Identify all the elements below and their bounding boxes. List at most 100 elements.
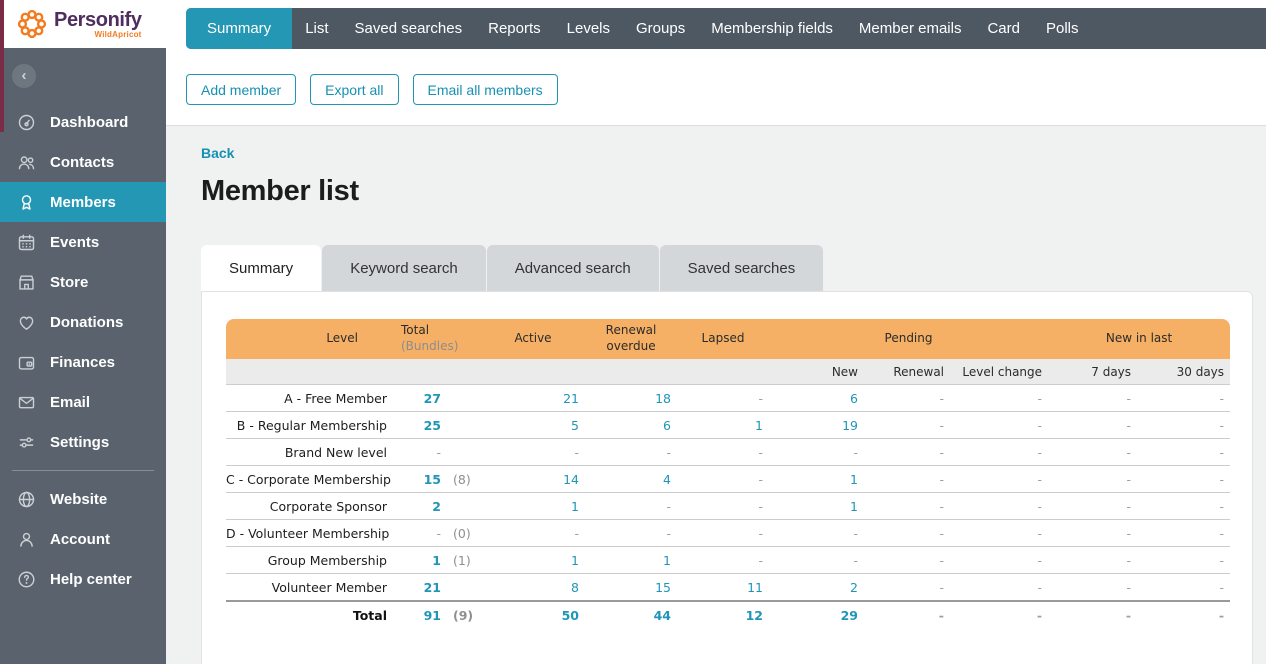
table-row: C - Corporate Membership 15 (8) 14 4 - 1 - - - -: [226, 465, 1231, 492]
pending-level-change-count-cell: -: [950, 411, 1049, 438]
sidebar: Personify WildApricot ‹ Dashboard Contact…: [0, 0, 166, 664]
col-header-pending: Pending: [769, 319, 1049, 359]
pending-level-change-count: -: [1037, 471, 1043, 487]
pending-new-count[interactable]: 29: [841, 608, 858, 623]
sidebar-item-donations[interactable]: Donations: [0, 302, 166, 342]
total-cell: 15: [391, 465, 447, 492]
pending-new-count-cell: 1: [769, 492, 864, 519]
renewal-overdue-count-cell: 15: [585, 573, 677, 600]
top-nav-tab-polls[interactable]: Polls: [1033, 8, 1092, 49]
sidebar-item-dashboard[interactable]: Dashboard: [0, 102, 166, 142]
total-count[interactable]: 15: [424, 472, 441, 487]
top-nav-tab-card[interactable]: Card: [974, 8, 1033, 49]
top-nav-tab-saved-searches[interactable]: Saved searches: [342, 8, 476, 49]
active-count[interactable]: 8: [571, 580, 579, 595]
active-count-cell: 14: [481, 465, 585, 492]
renewal-overdue-count[interactable]: 15: [655, 580, 671, 595]
top-nav-tab-levels[interactable]: Levels: [554, 8, 623, 49]
col-header-new-in-last: New in last: [1048, 319, 1231, 359]
sidebar-item-help-center[interactable]: Help center: [0, 559, 166, 599]
pending-new-count[interactable]: 6: [850, 391, 858, 406]
pending-renewal-count-cell: -: [864, 546, 950, 573]
renewal-overdue-count[interactable]: 1: [663, 553, 671, 568]
add-member-button[interactable]: Add member: [186, 74, 297, 105]
active-count[interactable]: 5: [571, 418, 579, 433]
total-count[interactable]: 27: [424, 391, 441, 406]
pending-level-change-count-cell: -: [950, 600, 1049, 629]
new-30-days-count: -: [1219, 579, 1225, 595]
export-all-button[interactable]: Export all: [310, 74, 399, 105]
sidebar-item-label: Account: [50, 530, 110, 548]
sidebar-item-contacts[interactable]: Contacts: [0, 142, 166, 182]
new-7-days-count: -: [1126, 471, 1132, 487]
new-7-days-count: -: [1126, 579, 1132, 595]
lapsed-count[interactable]: 11: [747, 580, 763, 595]
back-link[interactable]: Back: [201, 145, 234, 161]
renewal-overdue-count[interactable]: 18: [655, 391, 671, 406]
pending-new-count[interactable]: 1: [850, 472, 858, 487]
top-nav-tab-member-emails[interactable]: Member emails: [846, 8, 975, 49]
active-count[interactable]: 1: [571, 553, 579, 568]
bundles-cell: [447, 573, 481, 600]
search-tab-saved-searches[interactable]: Saved searches: [659, 245, 824, 291]
sidebar-item-store[interactable]: Store: [0, 262, 166, 302]
top-nav-tab-reports[interactable]: Reports: [475, 8, 554, 49]
pending-new-count-cell: 19: [769, 411, 864, 438]
renewal-overdue-count[interactable]: 44: [654, 608, 671, 623]
renewal-overdue-count: -: [666, 525, 671, 541]
sidebar-item-label: Website: [50, 490, 108, 508]
renewal-overdue-count[interactable]: 6: [663, 418, 671, 433]
lapsed-count: -: [758, 471, 763, 487]
search-tab-advanced-search[interactable]: Advanced search: [486, 245, 659, 291]
sidebar-item-events[interactable]: Events: [0, 222, 166, 262]
renewal-overdue-count-cell: -: [585, 438, 677, 465]
new-30-days-count: -: [1219, 525, 1225, 541]
lapsed-count[interactable]: 12: [746, 608, 763, 623]
sidebar-item-label: Donations: [50, 313, 124, 331]
sidebar-item-website[interactable]: Website: [0, 479, 166, 519]
pending-level-change-count-cell: -: [950, 546, 1049, 573]
pending-new-count[interactable]: 2: [850, 580, 858, 595]
renewal-overdue-count-cell: 4: [585, 465, 677, 492]
total-count[interactable]: 1: [432, 553, 441, 568]
active-count[interactable]: 50: [562, 608, 579, 623]
settings-icon: [15, 431, 37, 453]
active-count[interactable]: 21: [563, 391, 579, 406]
total-count[interactable]: 21: [424, 580, 441, 595]
top-nav-tab-summary[interactable]: Summary: [186, 8, 293, 49]
sidebar-item-email[interactable]: Email: [0, 382, 166, 422]
table-row: Group Membership 1 (1) 1 1 - - - - - -: [226, 546, 1231, 573]
sidebar-item-settings[interactable]: Settings: [0, 422, 166, 462]
search-tab-summary[interactable]: Summary: [201, 245, 322, 291]
active-count-cell: 5: [481, 411, 585, 438]
bundles-cell: (0): [447, 519, 481, 546]
pending-new-count[interactable]: 19: [842, 418, 858, 433]
active-count[interactable]: 1: [571, 499, 579, 514]
total-count[interactable]: 91: [424, 608, 441, 623]
total-count[interactable]: 25: [424, 418, 441, 433]
top-nav-tab-list[interactable]: List: [292, 8, 341, 49]
top-nav-tab-groups[interactable]: Groups: [623, 8, 698, 49]
pending-new-count[interactable]: 1: [850, 499, 858, 514]
top-nav-tab-membership-fields[interactable]: Membership fields: [698, 8, 846, 49]
member-summary-table: Level Total (Bundles) Active Renewal ove…: [226, 319, 1231, 629]
renewal-overdue-count[interactable]: 4: [663, 472, 671, 487]
new-30-days-count-cell: -: [1137, 465, 1231, 492]
active-count[interactable]: 14: [563, 472, 579, 487]
sidebar-collapse-button[interactable]: ‹: [12, 64, 36, 88]
search-tab-keyword-search[interactable]: Keyword search: [322, 245, 486, 291]
new-30-days-count-cell: -: [1137, 384, 1231, 411]
subheader-renewal: Renewal: [864, 359, 950, 384]
sidebar-item-finances[interactable]: Finances: [0, 342, 166, 382]
lapsed-count[interactable]: 1: [755, 418, 763, 433]
new-7-days-count: -: [1126, 417, 1132, 433]
total-cell: 25: [391, 411, 447, 438]
active-count: -: [574, 525, 579, 541]
pending-level-change-count: -: [1036, 608, 1043, 623]
total-count[interactable]: 2: [432, 499, 441, 514]
sidebar-item-account[interactable]: Account: [0, 519, 166, 559]
pending-renewal-count: -: [939, 498, 944, 514]
email-all-members-button[interactable]: Email all members: [412, 74, 558, 105]
sidebar-item-members[interactable]: Members: [0, 182, 166, 222]
new-30-days-count-cell: -: [1137, 519, 1231, 546]
